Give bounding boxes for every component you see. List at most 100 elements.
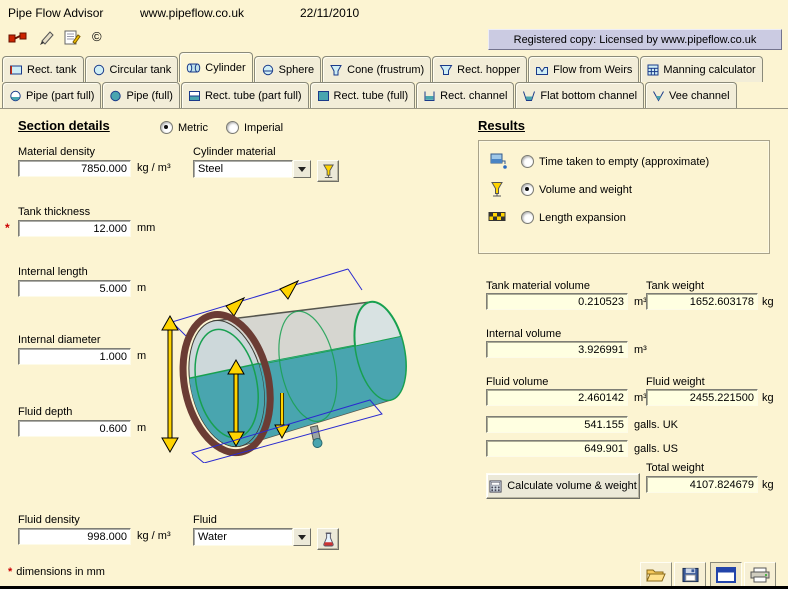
pipe-flow-advisor-window: Pipe Flow Advisor www.pipeflow.co.uk 22/… [0, 0, 788, 589]
cylinder-material-group: Cylinder material Steel [193, 146, 311, 178]
fluid-value: Water [193, 528, 293, 546]
tank-thickness-label: Tank thickness [18, 206, 155, 218]
tab-row-1: Rect. tank Circular tank Cylinder Sphere… [2, 56, 763, 82]
tab-vee-channel[interactable]: Vee channel [645, 82, 737, 108]
material-density-input[interactable]: 7850.000 [18, 160, 131, 177]
save-disk-icon [682, 567, 699, 583]
metric-radio[interactable]: Metric [160, 121, 208, 134]
tank-thickness-group: Tank thickness 12.000 mm [18, 206, 155, 237]
tab-label: Flow from Weirs [553, 64, 632, 76]
internal-diameter-unit: m [137, 350, 146, 362]
fluid-weight-field: 2455.221500 [646, 389, 758, 406]
tab-rect-hopper[interactable]: Rect. hopper [432, 56, 527, 82]
cone-icon [329, 64, 343, 76]
fluid-depth-input[interactable]: 0.600 [18, 420, 131, 437]
internal-diameter-label: Internal diameter [18, 334, 146, 346]
fluid-dropdown-arrow[interactable] [293, 528, 311, 546]
print-button[interactable] [744, 562, 776, 588]
date-text: 22/11/2010 [300, 6, 359, 20]
material-density-unit: kg / m³ [137, 162, 171, 174]
length-expansion-icon [488, 209, 506, 224]
fluid-volume-uk-field: 541.155 [486, 416, 628, 433]
copyright-icon[interactable]: © [92, 29, 102, 44]
fluid-volume-field: 2.460142 [486, 389, 628, 406]
tab-sphere[interactable]: Sphere [254, 56, 321, 82]
cylinder-material-value: Steel [193, 160, 293, 178]
fluid-weight-unit: kg [762, 392, 774, 404]
time-to-empty-radio[interactable] [521, 155, 534, 168]
time-to-empty-icon [489, 153, 507, 170]
pipe-full-icon [109, 90, 122, 102]
tank-thickness-unit: mm [137, 222, 155, 234]
drawing-pen-icon[interactable] [38, 30, 56, 45]
tank-thickness-input[interactable]: 12.000 [18, 220, 131, 237]
vee-channel-icon [652, 90, 665, 102]
notepad-icon[interactable] [64, 30, 81, 45]
tab-label: Vee channel [669, 90, 730, 102]
tank-material-volume-label: Tank material volume [486, 280, 590, 292]
internal-diameter-group: Internal diameter 1.000 m [18, 334, 146, 365]
hopper-icon [439, 64, 453, 76]
fluid-select[interactable]: Water [193, 528, 311, 546]
website-text: www.pipeflow.co.uk [140, 6, 244, 20]
option-time-to-empty[interactable]: Time taken to empty (approximate) [521, 155, 709, 168]
tank-weight-label: Tank weight [646, 280, 704, 292]
printer-icon [750, 567, 770, 583]
option-volume-weight[interactable]: Volume and weight [521, 183, 632, 196]
tab-rect-channel[interactable]: Rect. channel [416, 82, 514, 108]
imperial-radio[interactable]: Imperial [226, 121, 283, 134]
volume-weight-radio[interactable] [521, 183, 534, 196]
internal-length-input[interactable]: 5.000 [18, 280, 131, 297]
internal-volume-field: 3.926991 [486, 341, 628, 358]
tab-manning-calculator[interactable]: Manning calculator [640, 56, 762, 82]
save-button[interactable] [674, 562, 706, 588]
internal-volume-label: Internal volume [486, 328, 561, 340]
tab-label: Cylinder [205, 62, 245, 74]
tank-weight-unit: kg [762, 296, 774, 308]
fluid-label: Fluid [193, 514, 311, 526]
fluid-depth-group: Fluid depth 0.600 m [18, 406, 146, 437]
rect-tank-icon [9, 64, 23, 76]
metric-radio-circle[interactable] [160, 121, 173, 134]
option-length-expansion[interactable]: Length expansion [521, 211, 626, 224]
material-density-group: Material density 7850.000 kg / m³ [18, 146, 171, 177]
tab-rect-tube-full[interactable]: Rect. tube (full) [310, 82, 416, 108]
internal-diameter-input[interactable]: 1.000 [18, 348, 131, 365]
calculate-volume-weight-button[interactable]: Calculate volume & weight [486, 473, 640, 499]
calculator-grid-icon [647, 64, 659, 76]
tab-pipe-full[interactable]: Pipe (full) [102, 82, 179, 108]
pipe-fitting-icon[interactable] [8, 31, 28, 45]
length-expansion-radio[interactable] [521, 211, 534, 224]
tab-flow-from-weirs[interactable]: Flow from Weirs [528, 56, 639, 82]
internal-length-unit: m [137, 282, 146, 294]
fluid-volume-us-unit: galls. US [634, 443, 678, 455]
tab-label: Pipe (part full) [26, 90, 94, 102]
fluid-density-input[interactable]: 998.000 [18, 528, 131, 545]
tab-pipe-part-full[interactable]: Pipe (part full) [2, 82, 101, 108]
section-details-title: Section details [18, 118, 110, 133]
imperial-label: Imperial [244, 122, 283, 134]
fluid-beaker-button[interactable] [317, 528, 339, 550]
cylinder-material-dropdown-arrow[interactable] [293, 160, 311, 178]
tab-rect-tank[interactable]: Rect. tank [2, 56, 84, 82]
tab-circular-tank[interactable]: Circular tank [85, 56, 179, 82]
sphere-icon [261, 64, 275, 76]
tab-label: Manning calculator [663, 64, 755, 76]
tab-cone-frustrum[interactable]: Cone (frustrum) [322, 56, 431, 82]
fluid-density-label: Fluid density [18, 514, 171, 526]
tab-flat-bottom-channel[interactable]: Flat bottom channel [515, 82, 644, 108]
report-window-button[interactable] [710, 562, 742, 588]
open-file-button[interactable] [640, 562, 672, 588]
cylinder-material-select[interactable]: Steel [193, 160, 311, 178]
tab-label: Rect. hopper [457, 64, 520, 76]
material-funnel-button[interactable] [317, 160, 339, 182]
fluid-group: Fluid Water [193, 514, 311, 546]
tab-label: Flat bottom channel [540, 90, 637, 102]
internal-volume-unit: m³ [634, 344, 647, 356]
registered-notice-text: Registered copy: Licensed by www.pipeflo… [514, 34, 757, 46]
imperial-radio-circle[interactable] [226, 121, 239, 134]
tab-row-2: Pipe (part full) Pipe (full) Rect. tube … [2, 82, 737, 108]
tab-rect-tube-part-full[interactable]: Rect. tube (part full) [181, 82, 309, 108]
tab-cylinder[interactable]: Cylinder [179, 52, 252, 82]
pipe-part-full-icon [9, 90, 22, 102]
